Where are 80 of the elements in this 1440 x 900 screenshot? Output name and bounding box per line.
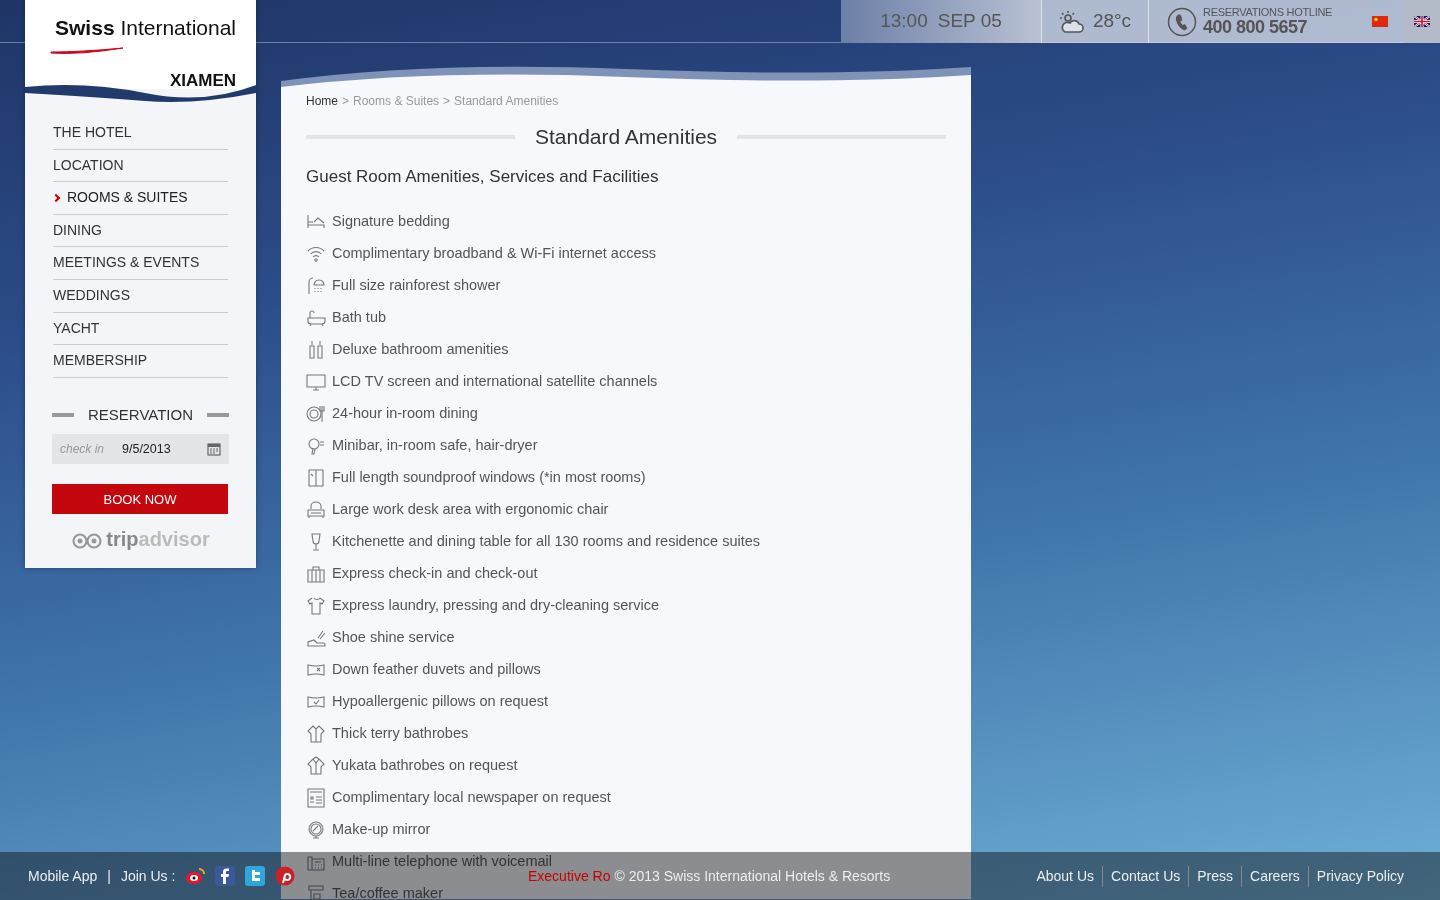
nav-link[interactable]: MEMBERSHIP — [53, 345, 228, 378]
breadcrumb-separator: > — [342, 94, 350, 108]
bottles-icon — [306, 339, 326, 360]
breadcrumb-link[interactable]: Home — [306, 94, 338, 108]
amenity-text: Thick terry bathrobes — [332, 723, 469, 743]
facebook-icon[interactable] — [215, 866, 236, 886]
amenity-text: Shoe shine service — [332, 627, 455, 647]
amenity-text: Minibar, in-room safe, hair-dryer — [332, 435, 538, 455]
owl-icon — [71, 531, 104, 550]
amenity-text: Yukata bathrobes on request — [332, 755, 518, 775]
luggage-icon — [306, 563, 326, 584]
twitter-icon[interactable] — [245, 866, 266, 886]
amenity-text: Express laundry, pressing and dry-cleaning service — [332, 595, 659, 615]
bathtub-icon — [306, 307, 326, 328]
breadcrumb-separator: > — [443, 94, 451, 108]
footer-link[interactable]: Privacy Policy — [1307, 865, 1412, 887]
amenity-text: Signature bedding — [332, 211, 450, 231]
amenity-text: Large work desk area with ergonomic chair — [332, 499, 609, 519]
amenity-text: Make-up mirror — [332, 819, 431, 839]
hotline-number: 400 800 5657 — [1203, 18, 1309, 36]
footer-link[interactable]: Careers — [1241, 865, 1308, 887]
amenity-text: Tea/coffee maker — [332, 883, 443, 900]
nav-link[interactable]: ROOMS & SUITES — [53, 182, 228, 215]
time-text: 13:00 — [880, 9, 928, 34]
newspaper-icon — [306, 787, 326, 808]
book-now-button[interactable]: BOOK NOW — [52, 484, 228, 515]
monitor-icon — [306, 371, 326, 392]
shirt-icon — [306, 595, 326, 616]
nav-link[interactable]: WEDDINGS — [53, 279, 228, 313]
amenity-text: Full length soundproof windows (*in most rooms) — [332, 467, 646, 487]
plate-icon — [306, 403, 326, 424]
amenity-text: Down feather duvets and pillows — [332, 659, 541, 679]
amenity-text: Deluxe bathroom amenities — [332, 339, 509, 359]
shower-icon — [306, 275, 326, 296]
language-flag[interactable] — [1404, 0, 1440, 43]
mobile-app-link[interactable]: Mobile App — [28, 865, 98, 887]
amenity-text: Hypoallergenic pillows on request — [332, 691, 548, 711]
hairdryer-icon — [306, 435, 326, 456]
calendar-icon[interactable] — [207, 442, 221, 457]
weather-icon — [1058, 9, 1085, 34]
date-field[interactable]: check in 9/5/2013 — [52, 434, 229, 465]
nav-link[interactable]: THE HOTEL — [53, 117, 228, 150]
amenity-text: Complimentary broadband & Wi-Fi internet access — [332, 243, 656, 263]
bathrobe-icon — [306, 723, 326, 744]
amenity-text: Kitchenette and dining table for all 130 rooms and residence suites — [332, 531, 761, 551]
nav-link[interactable]: MEETINGS & EVENTS — [53, 247, 228, 280]
city-name: XIAMEN — [168, 70, 236, 92]
nav-link[interactable]: LOCATION — [53, 149, 228, 183]
armchair-icon — [306, 499, 326, 520]
mirror-icon — [306, 819, 326, 840]
amenity-text: Bath tub — [332, 307, 386, 327]
phone-icon — [1167, 6, 1197, 37]
nav-link[interactable]: YACHT — [53, 312, 228, 346]
footer-link[interactable]: Contact Us — [1102, 865, 1189, 887]
page-title: Standard Amenities — [533, 124, 719, 150]
amenity-text: Express check-in and check-out — [332, 563, 538, 583]
copyright-text: © 2013 Swiss International Hotels & Resorts — [614, 866, 891, 886]
join-us-text: Join Us : — [120, 866, 176, 886]
coffee-maker-icon — [306, 883, 326, 900]
field-label: check in — [60, 441, 106, 459]
nav-link[interactable]: DINING — [53, 214, 228, 248]
amenity-text: 24-hour in-room dining — [332, 403, 478, 423]
pinterest-icon[interactable] — [275, 866, 296, 886]
date-text: SEP 05 — [937, 9, 1002, 34]
footer-link[interactable]: Press — [1188, 865, 1242, 887]
hotline-label: RESERVATIONS HOTLINE — [1203, 7, 1333, 18]
brand-logo: Swiss International — [54, 17, 236, 38]
bathrobe-icon — [306, 755, 326, 776]
reservation-heading: RESERVATION — [88, 404, 193, 425]
separator-text: | — [107, 866, 111, 886]
temperature-text: 28°c — [1092, 9, 1132, 34]
amenity-text: Complimentary local newspaper on request — [332, 787, 611, 807]
social-eye-icon[interactable] — [185, 866, 206, 886]
window-icon — [306, 467, 326, 488]
amenity-text: Full size rainforest shower — [332, 275, 501, 295]
footer-link[interactable]: About Us — [1028, 865, 1102, 887]
date-input[interactable]: 9/5/2013 — [122, 438, 207, 460]
swoosh-icon — [50, 46, 124, 55]
section-title: Guest Room Amenities, Services and Facilities — [306, 167, 660, 188]
amenity-text: LCD TV screen and international satellite channels — [332, 371, 658, 391]
